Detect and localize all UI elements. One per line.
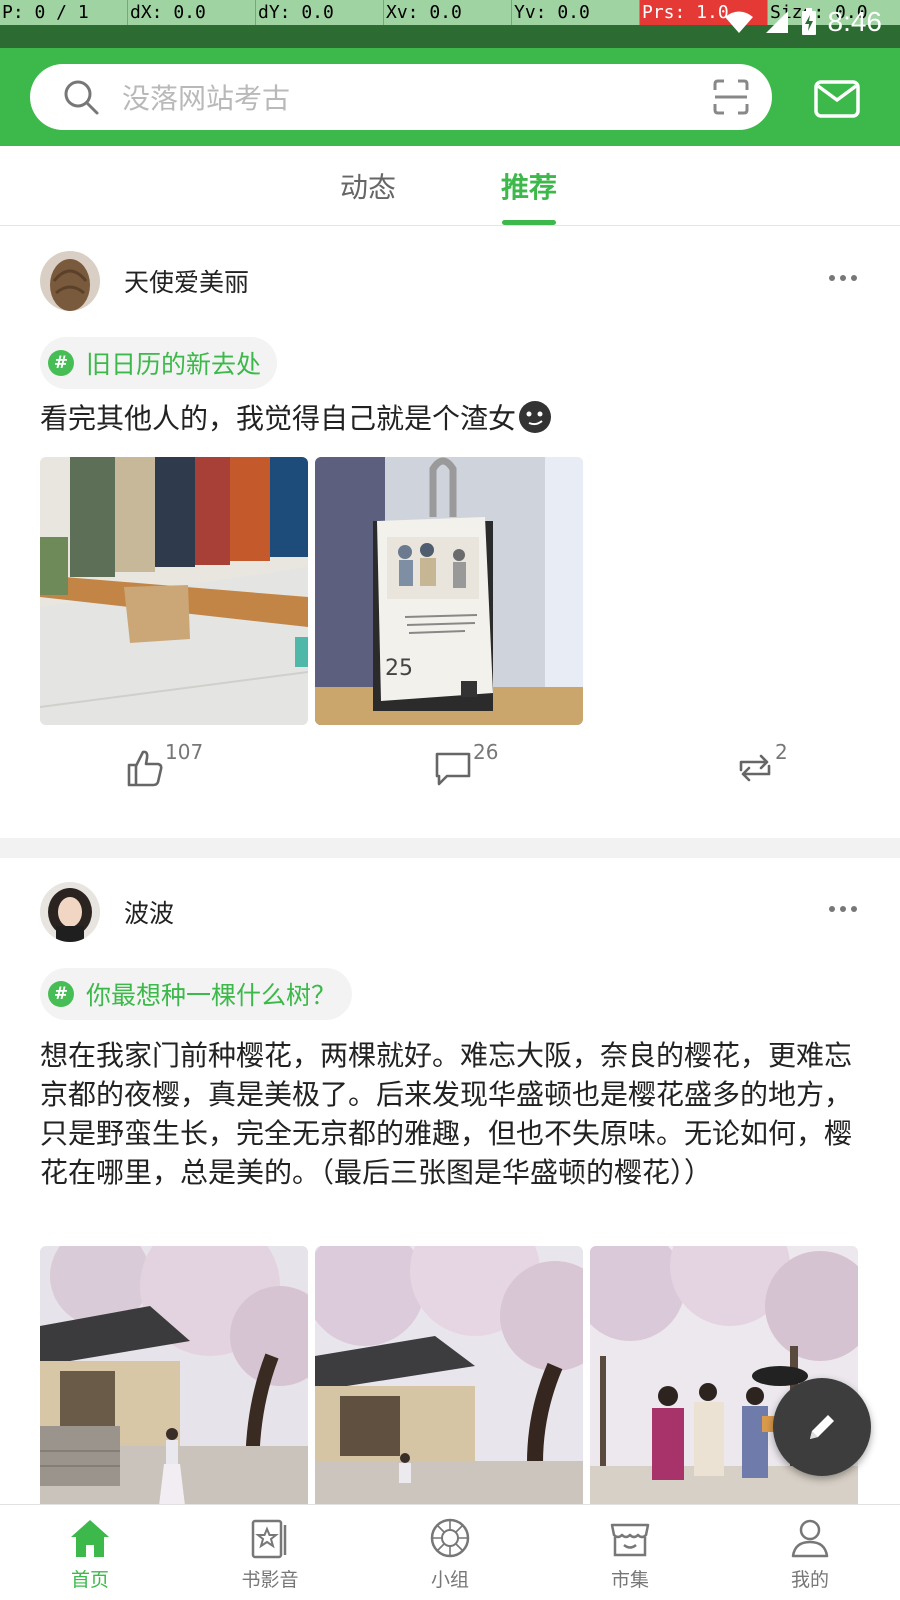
- debug-dy: dY: 0.0: [256, 0, 384, 25]
- hashtag-icon: #: [48, 981, 74, 1007]
- topic-chip[interactable]: # 你最想种一棵什么树？: [40, 968, 353, 1020]
- status-icons: 8:46: [724, 6, 883, 38]
- nav-label-profile: 我的: [790, 1569, 829, 1591]
- feed-post[interactable]: 波波 # 你最想种一棵什么树？ 想在我家门前种樱花，两棵就好。难忘大阪，奈良的樱…: [0, 858, 900, 1504]
- avatar[interactable]: [40, 882, 100, 942]
- profile-icon: [791, 1519, 829, 1558]
- app-header: 没落网站考古: [0, 48, 900, 146]
- topic-chip[interactable]: # 旧日历的新去处: [40, 337, 278, 389]
- post-photo-cherry-blossom-2[interactable]: [315, 1246, 583, 1504]
- debug-pointer-count: P: 0 / 1: [0, 0, 128, 25]
- bottom-navigation: 首页 书影音 小组 市集 我的: [0, 1504, 900, 1600]
- active-tab-indicator: [502, 220, 556, 225]
- search-placeholder: 没落网站考古: [122, 82, 291, 115]
- feed-tabs: 动态 推荐: [0, 146, 900, 226]
- hashtag-icon: #: [48, 350, 74, 376]
- mail-icon[interactable]: [814, 80, 860, 118]
- nav-books-movies-music[interactable]: 书影音: [180, 1505, 360, 1600]
- tab-dynamics[interactable]: 动态: [340, 166, 396, 206]
- avatar[interactable]: [40, 251, 100, 311]
- market-icon: [610, 1523, 650, 1557]
- post-photo-bookshelf[interactable]: [40, 457, 308, 725]
- comment-count: 26: [473, 740, 499, 764]
- status-time: 8:46: [827, 6, 883, 37]
- nav-label-books: 书影音: [241, 1569, 299, 1591]
- nav-profile[interactable]: 我的: [720, 1505, 900, 1600]
- scan-icon[interactable]: [712, 78, 750, 116]
- search-icon: [64, 80, 99, 115]
- nav-market[interactable]: 市集: [540, 1505, 720, 1600]
- repost-count: 2: [775, 740, 788, 764]
- topic-label: 你最想种一棵什么树？: [86, 981, 337, 1010]
- post-text: 看完其他人的，我觉得自己就是个渣女: [40, 399, 860, 438]
- debug-xv: Xv: 0.0: [384, 0, 512, 25]
- search-input[interactable]: 没落网站考古: [30, 64, 772, 130]
- wifi-icon: [724, 11, 753, 33]
- post-text: 想在我家门前种樱花，两棵就好。难忘大阪，奈良的樱花，更难忘京都的夜樱，真是美极了…: [40, 1039, 853, 1189]
- nav-groups[interactable]: 小组: [360, 1505, 540, 1600]
- calendar-day-number: 25: [385, 656, 413, 681]
- post-divider: [0, 838, 900, 858]
- home-icon: [71, 1520, 109, 1557]
- smirk-emoji-icon: [519, 401, 552, 433]
- nav-label-market: 市集: [610, 1569, 649, 1591]
- nav-label-groups: 小组: [430, 1569, 469, 1591]
- thumbs-up-icon: [127, 750, 163, 787]
- username[interactable]: 波波: [124, 894, 174, 930]
- username[interactable]: 天使爱美丽: [124, 263, 249, 299]
- repost-button[interactable]: 2: [735, 740, 788, 788]
- group-icon: [430, 1518, 470, 1558]
- debug-yv: Yv: 0.0: [512, 0, 640, 25]
- book-icon: [251, 1519, 287, 1559]
- compose-post-button[interactable]: [773, 1378, 871, 1476]
- post-photo-calendar[interactable]: 25: [315, 457, 583, 725]
- feed-post[interactable]: 天使爱美丽 # 旧日历的新去处 看完其他人的，我觉得自己就是个渣女 25 107…: [0, 227, 900, 838]
- battery-charging-icon: [801, 8, 816, 35]
- comment-icon: [435, 752, 471, 786]
- repost-icon: [739, 754, 771, 782]
- nav-label-home: 首页: [70, 1569, 109, 1591]
- more-options-icon[interactable]: [828, 904, 858, 914]
- comment-button[interactable]: 26: [433, 740, 498, 788]
- nav-home[interactable]: 首页: [0, 1505, 180, 1600]
- like-count: 107: [165, 740, 204, 764]
- like-button[interactable]: 107: [125, 740, 203, 788]
- signal-icon: [765, 11, 788, 33]
- post-photo-cherry-blossom-1[interactable]: [40, 1246, 308, 1504]
- pencil-icon: [810, 1415, 834, 1439]
- post-text-content: 看完其他人的，我觉得自己就是个渣女: [40, 402, 517, 435]
- topic-label: 旧日历的新去处: [86, 350, 262, 379]
- tab-recommended[interactable]: 推荐: [501, 166, 557, 206]
- debug-dx: dX: 0.0: [128, 0, 256, 25]
- more-options-icon[interactable]: [828, 273, 858, 283]
